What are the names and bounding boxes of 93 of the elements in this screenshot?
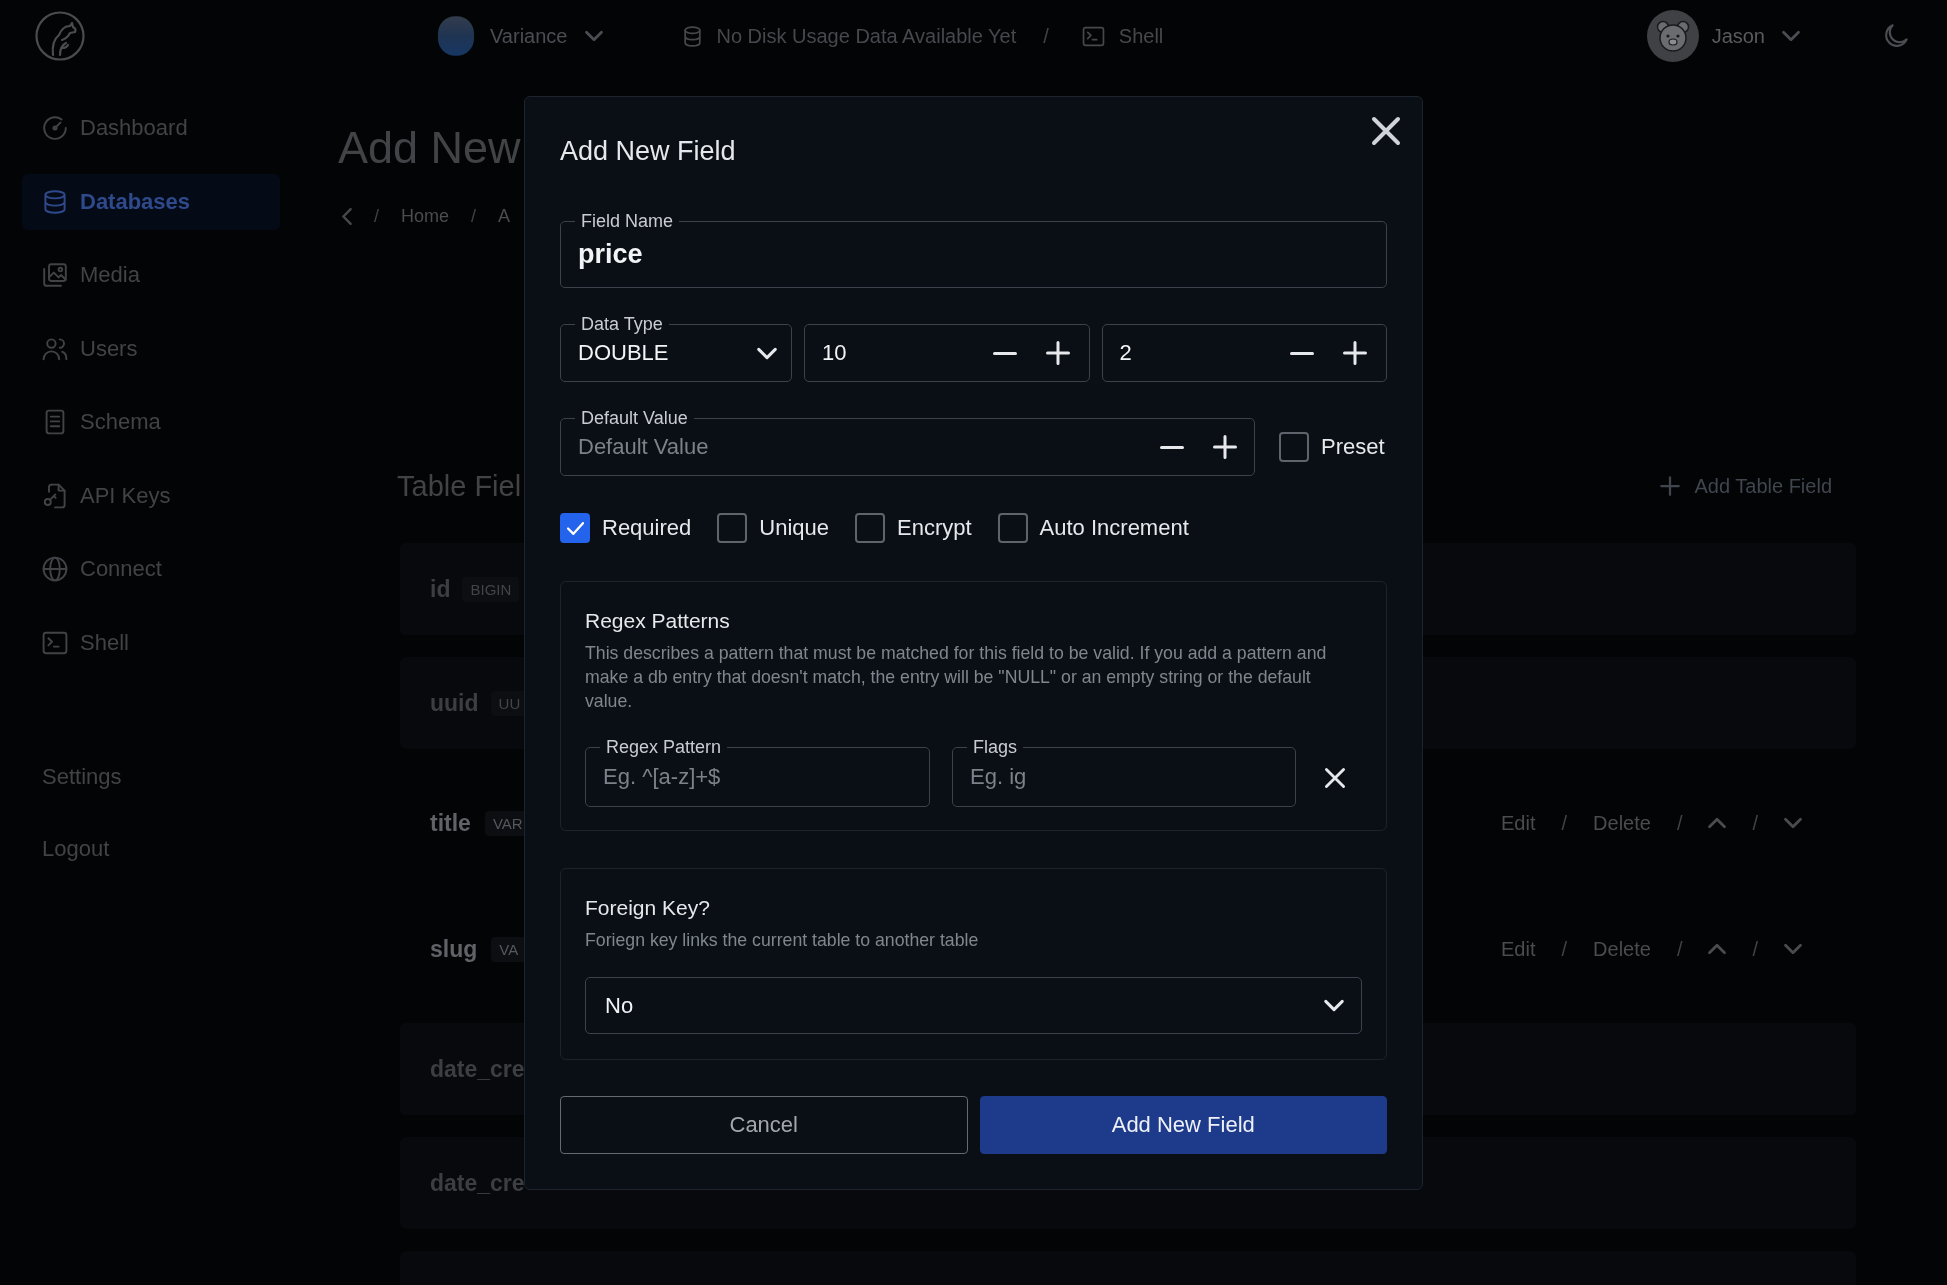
plus-icon[interactable] [1045,341,1070,365]
breadcrumb-separator: / [1043,24,1049,48]
action-separator: / [1561,811,1568,835]
terminal-icon [43,630,67,655]
checkbox[interactable] [1279,432,1309,462]
checkbox[interactable] [997,513,1028,543]
chevron-down-icon[interactable] [1784,818,1802,828]
default-value-input[interactable]: Default Value Default Value [560,408,1255,476]
sidebar-item[interactable]: API Keys [22,467,280,524]
checkmark-icon [566,521,584,535]
cylinder-icon[interactable] [438,16,474,56]
shell-link[interactable]: Shell [1118,24,1164,48]
chevron-down-icon[interactable] [1782,31,1800,41]
checkbox-label: Preset [1321,434,1385,460]
action-separator: / [1561,937,1568,961]
images-icon [43,263,67,287]
action-separator: / [1676,937,1683,961]
minus-icon[interactable] [992,351,1017,355]
disk-usage-text: No Disk Usage Data Available Yet [716,24,1017,48]
database-icon [684,25,702,47]
database-icon [43,189,67,214]
field-name: title [430,809,471,837]
number-input[interactable]: 2 [1101,324,1387,382]
close-icon[interactable] [1372,117,1400,145]
panel-description: This describes a pattern that must be matched for this field to be valid. If you add a pattern and make a db entry that doesn't match, the entry will be "NULL" or an empty string or the default value. [585,642,1328,713]
gauge-icon [43,116,67,140]
panel-description: Foriegn key links the current table to another table [585,929,980,952]
sidebar-item[interactable]: Settings [22,749,280,805]
checkbox-label: Required [602,515,692,541]
modal-title: Add New Field [560,135,736,167]
terminal-icon[interactable] [1082,26,1104,46]
flags-input[interactable]: Flags Eg. ig [952,737,1296,807]
plus-icon[interactable] [1213,435,1237,459]
field-name: slug [430,935,478,963]
chevron-up-icon[interactable] [1708,944,1727,954]
checkbox[interactable] [717,513,748,543]
checkbox-label: Unique [759,515,829,541]
users-icon [43,336,67,361]
chevron-left-icon[interactable] [342,207,352,225]
action-link[interactable]: Edit [1501,937,1536,961]
checkbox[interactable] [560,513,590,543]
plus-icon [1659,476,1680,496]
page-title: Add New [338,122,521,174]
plus-icon[interactable] [1343,341,1367,365]
sidebar-item[interactable]: Logout [22,821,280,877]
minus-icon[interactable] [1160,445,1184,449]
action-link[interactable]: Delete [1593,811,1651,835]
checkbox[interactable] [855,513,885,543]
checkbox-label: Auto Increment [1039,515,1189,541]
sidebar-item[interactable]: Dashboard [22,100,280,156]
breadcrumb-separator: / [471,205,477,227]
action-link[interactable]: Delete [1593,937,1651,961]
chevron-up-icon[interactable] [1708,818,1727,828]
sidebar-item[interactable]: Users [22,320,280,377]
chevron-down-icon[interactable] [1784,944,1802,954]
sidebar-item[interactable]: Shell [22,614,280,671]
sidebar-item[interactable]: Media [22,247,280,303]
action-link[interactable]: Edit [1501,811,1536,835]
cancel-button[interactable]: Cancel [560,1096,968,1154]
globe-icon [43,557,67,581]
panel-title: Foreign Key? [585,895,710,921]
foreign-key-select[interactable]: No [585,977,1362,1034]
panel-title: Regex Patterns [585,608,730,634]
file-key-icon [43,483,67,508]
number-input[interactable]: 10 [804,324,1090,382]
checkbox-label: Encrypt [897,515,972,541]
breadcrumb-separator: / [374,205,379,227]
breadcrumb-link[interactable]: Home [401,205,450,227]
logo-icon[interactable] [35,11,85,61]
project-name[interactable]: Variance [490,24,568,48]
sidebar-item[interactable]: Schema [22,394,280,450]
chevron-down-icon [757,347,777,359]
user-name[interactable]: Jason [1711,24,1765,48]
action-separator: / [1676,811,1683,835]
sidebar-item[interactable]: Connect [22,541,280,597]
close-icon[interactable] [1325,768,1345,788]
data-type-select[interactable]: Data Type DOUBLE [560,314,792,382]
type-badge: VA [491,936,527,962]
bear-avatar-icon[interactable] [1646,10,1699,62]
field-name-input[interactable]: Field Name price [560,211,1387,288]
section-title: Table Fiel [397,469,522,503]
action-separator: / [1752,811,1758,835]
regex-pattern-input[interactable]: Regex Pattern Eg. ^[a-z]+$ [585,737,930,807]
add-table-field-button[interactable]: Add Table Field [1659,474,1832,498]
chevron-down-icon[interactable] [585,31,604,41]
action-separator: / [1752,937,1758,961]
sidebar-item[interactable]: Databases [22,173,280,230]
document-icon [43,410,67,434]
breadcrumb-link[interactable]: A [498,205,511,227]
add-field-button[interactable]: Add New Field [979,1096,1387,1154]
minus-icon[interactable] [1290,351,1314,355]
chevron-down-icon [1324,1000,1344,1011]
moon-icon[interactable] [1884,24,1908,48]
